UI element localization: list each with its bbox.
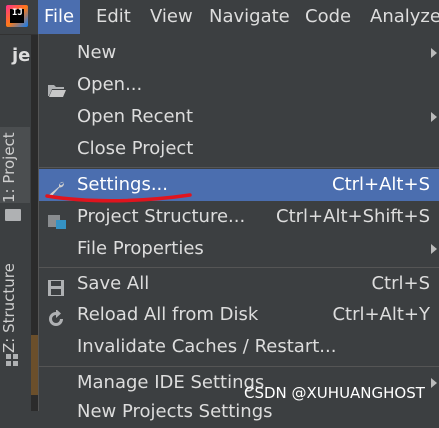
open-folder-icon — [47, 77, 66, 97]
shortcut-label: Ctrl+S — [371, 273, 430, 294]
menu-item-label: Invalidate Caches / Restart... — [77, 336, 337, 357]
menu-item-label: Open Recent — [77, 106, 194, 127]
menu-file[interactable]: File — [38, 0, 81, 34]
red-underline-annotation — [45, 193, 192, 203]
menu-bar: IJ File Edit View Navigate Code Analyze — [0, 0, 439, 35]
menu-navigate[interactable]: Navigate — [203, 0, 296, 34]
tab-structure[interactable]: Z: Structure — [0, 257, 30, 353]
editor-edge — [31, 35, 38, 411]
menu-item-close-project[interactable]: Close Project — [39, 133, 439, 165]
tab-project[interactable]: 1: Project — [0, 127, 30, 203]
menu-item-save-all[interactable]: Save All Ctrl+S — [39, 268, 439, 300]
intellij-logo-icon: IJ — [6, 5, 28, 27]
structure-icon — [6, 354, 20, 368]
menu-analyze[interactable]: Analyze — [364, 0, 439, 34]
shortcut-label: Ctrl+Alt+Shift+S — [276, 206, 430, 227]
menu-edit[interactable]: Edit — [90, 0, 137, 34]
menu-item-invalidate-caches[interactable]: Invalidate Caches / Restart... — [39, 331, 439, 363]
folder-icon — [5, 209, 21, 221]
project-structure-icon — [47, 209, 66, 229]
menu-item-label: Close Project — [77, 138, 194, 159]
left-tool-window-bar: 1: Project Z: Structure — [0, 35, 32, 411]
submenu-arrow-icon — [431, 244, 437, 254]
reload-icon — [47, 307, 65, 326]
menu-item-new[interactable]: New — [39, 37, 439, 69]
menu-item-file-properties[interactable]: File Properties — [39, 233, 439, 265]
menu-item-label: Open... — [77, 74, 143, 95]
menu-item-open[interactable]: Open... — [39, 69, 439, 101]
submenu-arrow-icon — [431, 378, 437, 388]
menu-item-label: Manage IDE Settings — [77, 372, 265, 393]
menu-item-label: Reload All from Disk — [77, 304, 259, 325]
file-menu-dropdown: New Open... Open Recent Close Project Se… — [38, 34, 439, 422]
submenu-arrow-icon — [431, 48, 437, 58]
menu-item-label: Save All — [77, 273, 150, 294]
menu-item-open-recent[interactable]: Open Recent — [39, 101, 439, 133]
menu-item-label: New — [77, 42, 117, 63]
submenu-arrow-icon — [431, 112, 437, 122]
menu-separator — [39, 167, 439, 168]
shortcut-label: Ctrl+Alt+Y — [332, 304, 430, 325]
menu-item-reload-all[interactable]: Reload All from Disk Ctrl+Alt+Y — [39, 299, 439, 331]
menu-view[interactable]: View — [144, 0, 199, 34]
menu-item-label: File Properties — [77, 238, 204, 259]
menu-code[interactable]: Code — [299, 0, 357, 34]
save-icon — [47, 276, 65, 296]
watermark: CSDN @XUHUANGHOST — [244, 384, 425, 402]
shortcut-label: Ctrl+Alt+S — [332, 174, 430, 195]
wrench-icon — [47, 177, 65, 197]
